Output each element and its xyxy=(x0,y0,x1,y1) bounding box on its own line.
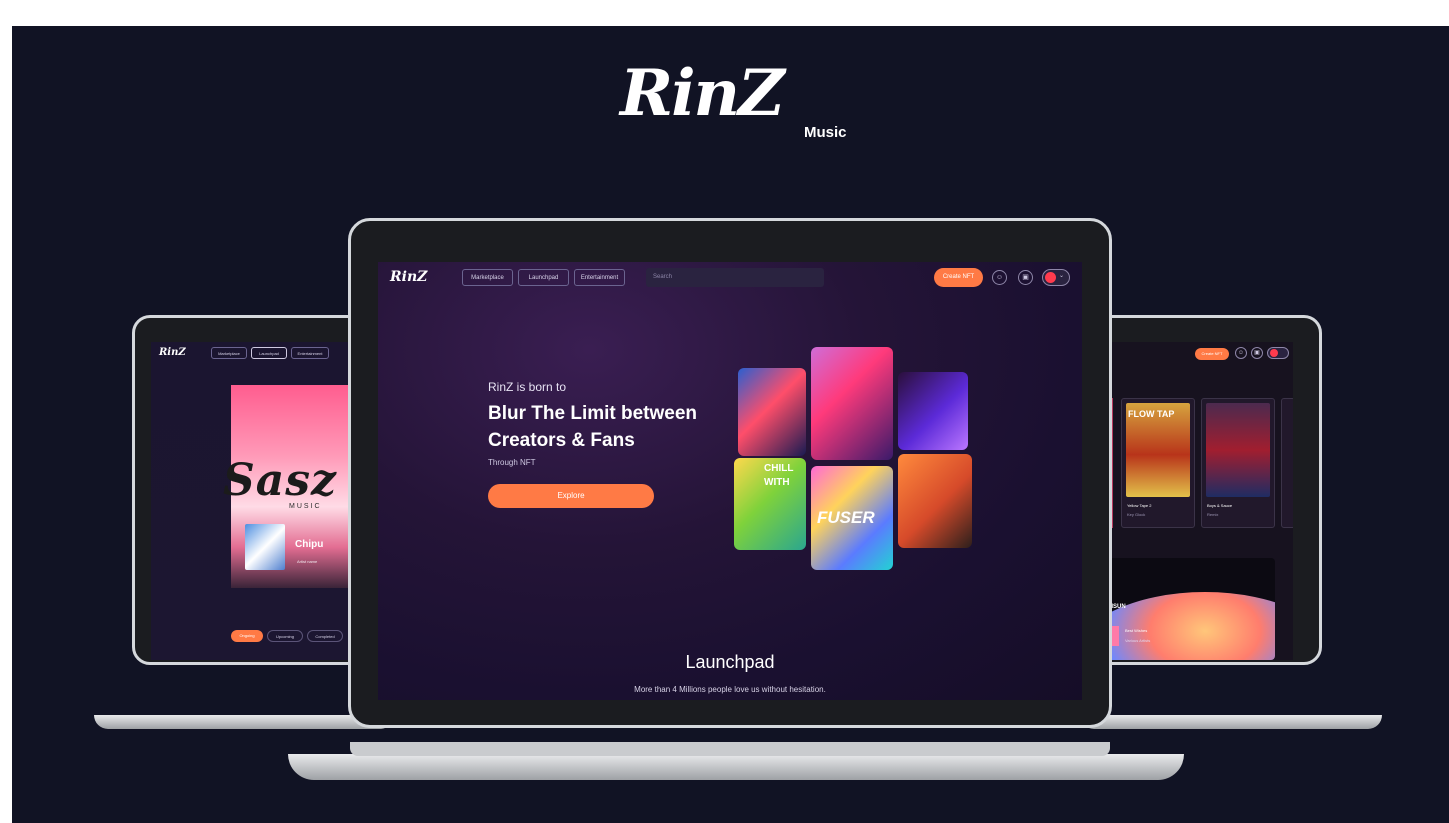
main-nav-launchpad[interactable]: Launchpad xyxy=(518,269,569,286)
hero-title: Blur The Limit between Creators & Fans xyxy=(488,403,698,451)
laptop-main-hinge xyxy=(350,742,1110,756)
main-user-icon[interactable]: ☺ xyxy=(992,270,1007,285)
hero-tile-5[interactable]: FUSER xyxy=(811,466,893,570)
right-card-artist-2: Remix xyxy=(1207,512,1219,517)
main-avatar-toggle[interactable]: ⌄ xyxy=(1042,269,1070,286)
main-create-nft-button[interactable]: Create NFT xyxy=(934,268,983,287)
laptop-main: RinZ Marketplace Launchpad Entertainment… xyxy=(280,218,1184,780)
hero-tile-2[interactable] xyxy=(811,347,893,460)
main-nav-logo[interactable]: RinZ xyxy=(390,269,427,285)
main-wallet-icon[interactable]: ▣ xyxy=(1018,270,1033,285)
right-card-boys-sauce[interactable]: Boys & Sauce Remix xyxy=(1201,398,1275,528)
hero-tile-6[interactable] xyxy=(898,454,972,548)
hero-intro: RinZ is born to xyxy=(488,380,567,394)
right-card-title-2: Boys & Sauce xyxy=(1207,503,1233,508)
hero-tile-3[interactable] xyxy=(898,372,968,450)
right-card-cover-2 xyxy=(1206,403,1270,497)
right-user-icon[interactable]: ☺ xyxy=(1235,347,1247,359)
brand-logo-text: RinZ xyxy=(620,56,785,131)
left-nav-marketplace[interactable]: Marketplace xyxy=(211,347,247,359)
main-nav-entertainment[interactable]: Entertainment xyxy=(574,269,625,286)
laptop-main-screen: RinZ Marketplace Launchpad Entertainment… xyxy=(378,262,1082,700)
left-tab-ongoing[interactable]: Ongoing xyxy=(231,630,263,642)
right-card-partial-2[interactable] xyxy=(1281,398,1293,528)
laptop-main-lid: RinZ Marketplace Launchpad Entertainment… xyxy=(348,218,1112,728)
laptop-main-base xyxy=(288,754,1184,780)
hero-tile-5-text: FUSER xyxy=(817,508,875,527)
left-nav-logo[interactable]: RinZ xyxy=(159,347,186,358)
canvas-background: RinZ Music RinZ Marketplace Launchpad En… xyxy=(12,26,1449,823)
explore-button[interactable]: Explore xyxy=(488,484,654,508)
hero-tile-4-text: CHILL WITH xyxy=(764,463,794,488)
chevron-down-icon: ⌄ xyxy=(1059,273,1065,279)
right-create-nft-button[interactable]: Create NFT xyxy=(1195,348,1229,360)
right-avatar-toggle[interactable] xyxy=(1267,347,1289,359)
hero-subtitle: Through NFT xyxy=(488,458,536,467)
main-search-input[interactable]: Search xyxy=(646,268,824,287)
hero-tile-1[interactable] xyxy=(738,368,806,456)
brand-logo-subtitle: Music xyxy=(804,124,847,141)
main-nav-marketplace[interactable]: Marketplace xyxy=(462,269,513,286)
brand-logo: RinZ Music xyxy=(620,56,880,166)
right-wallet-icon[interactable]: ▣ xyxy=(1251,347,1263,359)
left-album-art xyxy=(245,524,285,570)
right-avatar-dot xyxy=(1270,349,1278,357)
main-navbar: RinZ Marketplace Launchpad Entertainment… xyxy=(378,262,1082,292)
main-avatar-dot xyxy=(1045,272,1056,283)
launchpad-subtitle: More than 4 Millions people love us with… xyxy=(634,685,826,694)
hero-tile-4[interactable]: CHILL WITH xyxy=(734,458,806,550)
launchpad-title: Launchpad xyxy=(685,652,775,672)
